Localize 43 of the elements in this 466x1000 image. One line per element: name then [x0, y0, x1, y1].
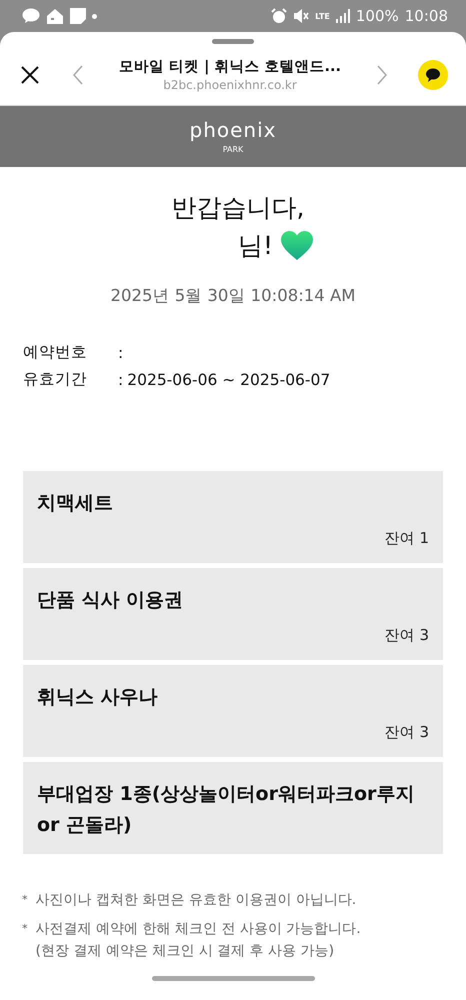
ticket-card[interactable]: 치맥세트 잔여 1: [23, 471, 443, 563]
field-label: 유효기간: [23, 369, 88, 390]
greeting: 반갑습니다,: [172, 193, 304, 222]
ticket-name: 휘닉스 사우나: [37, 685, 159, 710]
page-title: 모바일 티켓 | 휘닉스 호텔앤드...: [118, 58, 341, 76]
note-icon: [70, 8, 86, 24]
ticket-card[interactable]: 부대업장 1종(상상놀이터or워터파크or루지or 곤돌라): [23, 762, 443, 854]
close-icon[interactable]: [20, 64, 40, 84]
battery-level: 100%: [356, 7, 399, 25]
date-time: 2025년 5월 30일 10:08:14 AM: [110, 286, 356, 305]
remaining-count: 잔여 1: [384, 529, 429, 547]
note-marker: *: [22, 921, 28, 937]
brand-subtitle: PARK: [222, 145, 244, 154]
heart-icon: [281, 231, 314, 261]
sheet-handle[interactable]: [212, 39, 254, 44]
mute-icon: [293, 8, 310, 24]
ticket-name: 치맥세트: [37, 491, 114, 516]
forward-icon[interactable]: [376, 64, 388, 84]
signal-icon: [336, 9, 350, 23]
ticket-card[interactable]: 단품 식사 이용권 잔여 3: [23, 568, 443, 660]
note-marker: *: [22, 892, 28, 908]
page-url: b2bc.phoenixhnr.co.kr: [163, 78, 297, 92]
remaining-count: 잔여 3: [384, 626, 429, 644]
network-type: LTE: [315, 12, 330, 20]
dot-icon: [92, 14, 97, 18]
brand-logo: phoenix: [190, 119, 276, 141]
field-label: 예약번호: [23, 342, 88, 363]
clock: 10:08: [404, 7, 448, 25]
alarm-icon: [271, 8, 288, 24]
remaining-count: 잔여 3: [384, 723, 429, 741]
greeting-name: 님!: [238, 230, 274, 262]
ticket-card[interactable]: 휘닉스 사우나 잔여 3: [23, 665, 443, 757]
ticket-name: 단품 식사 이용권: [37, 588, 184, 613]
back-icon[interactable]: [72, 64, 84, 84]
colon: :: [118, 344, 124, 362]
home-icon: [46, 8, 64, 24]
notice-text: 사진이나 캡쳐한 화면은 유효한 이용권이 아닙니다.: [36, 891, 356, 910]
field-value: 2025-06-06 ~ 2025-06-07: [127, 370, 330, 388]
chat-icon[interactable]: [418, 60, 448, 90]
chat-bubble-icon: [22, 8, 40, 24]
ticket-name: 부대업장 1종(상상놀이터or워터파크or루지or 곤돌라): [37, 782, 416, 838]
notice-text: 사전결제 예약에 한해 체크인 전 사용이 가능합니다. (현장 결제 예약은 체크인 시 결제 후 사용 가능): [36, 920, 361, 961]
colon: :: [118, 370, 124, 388]
